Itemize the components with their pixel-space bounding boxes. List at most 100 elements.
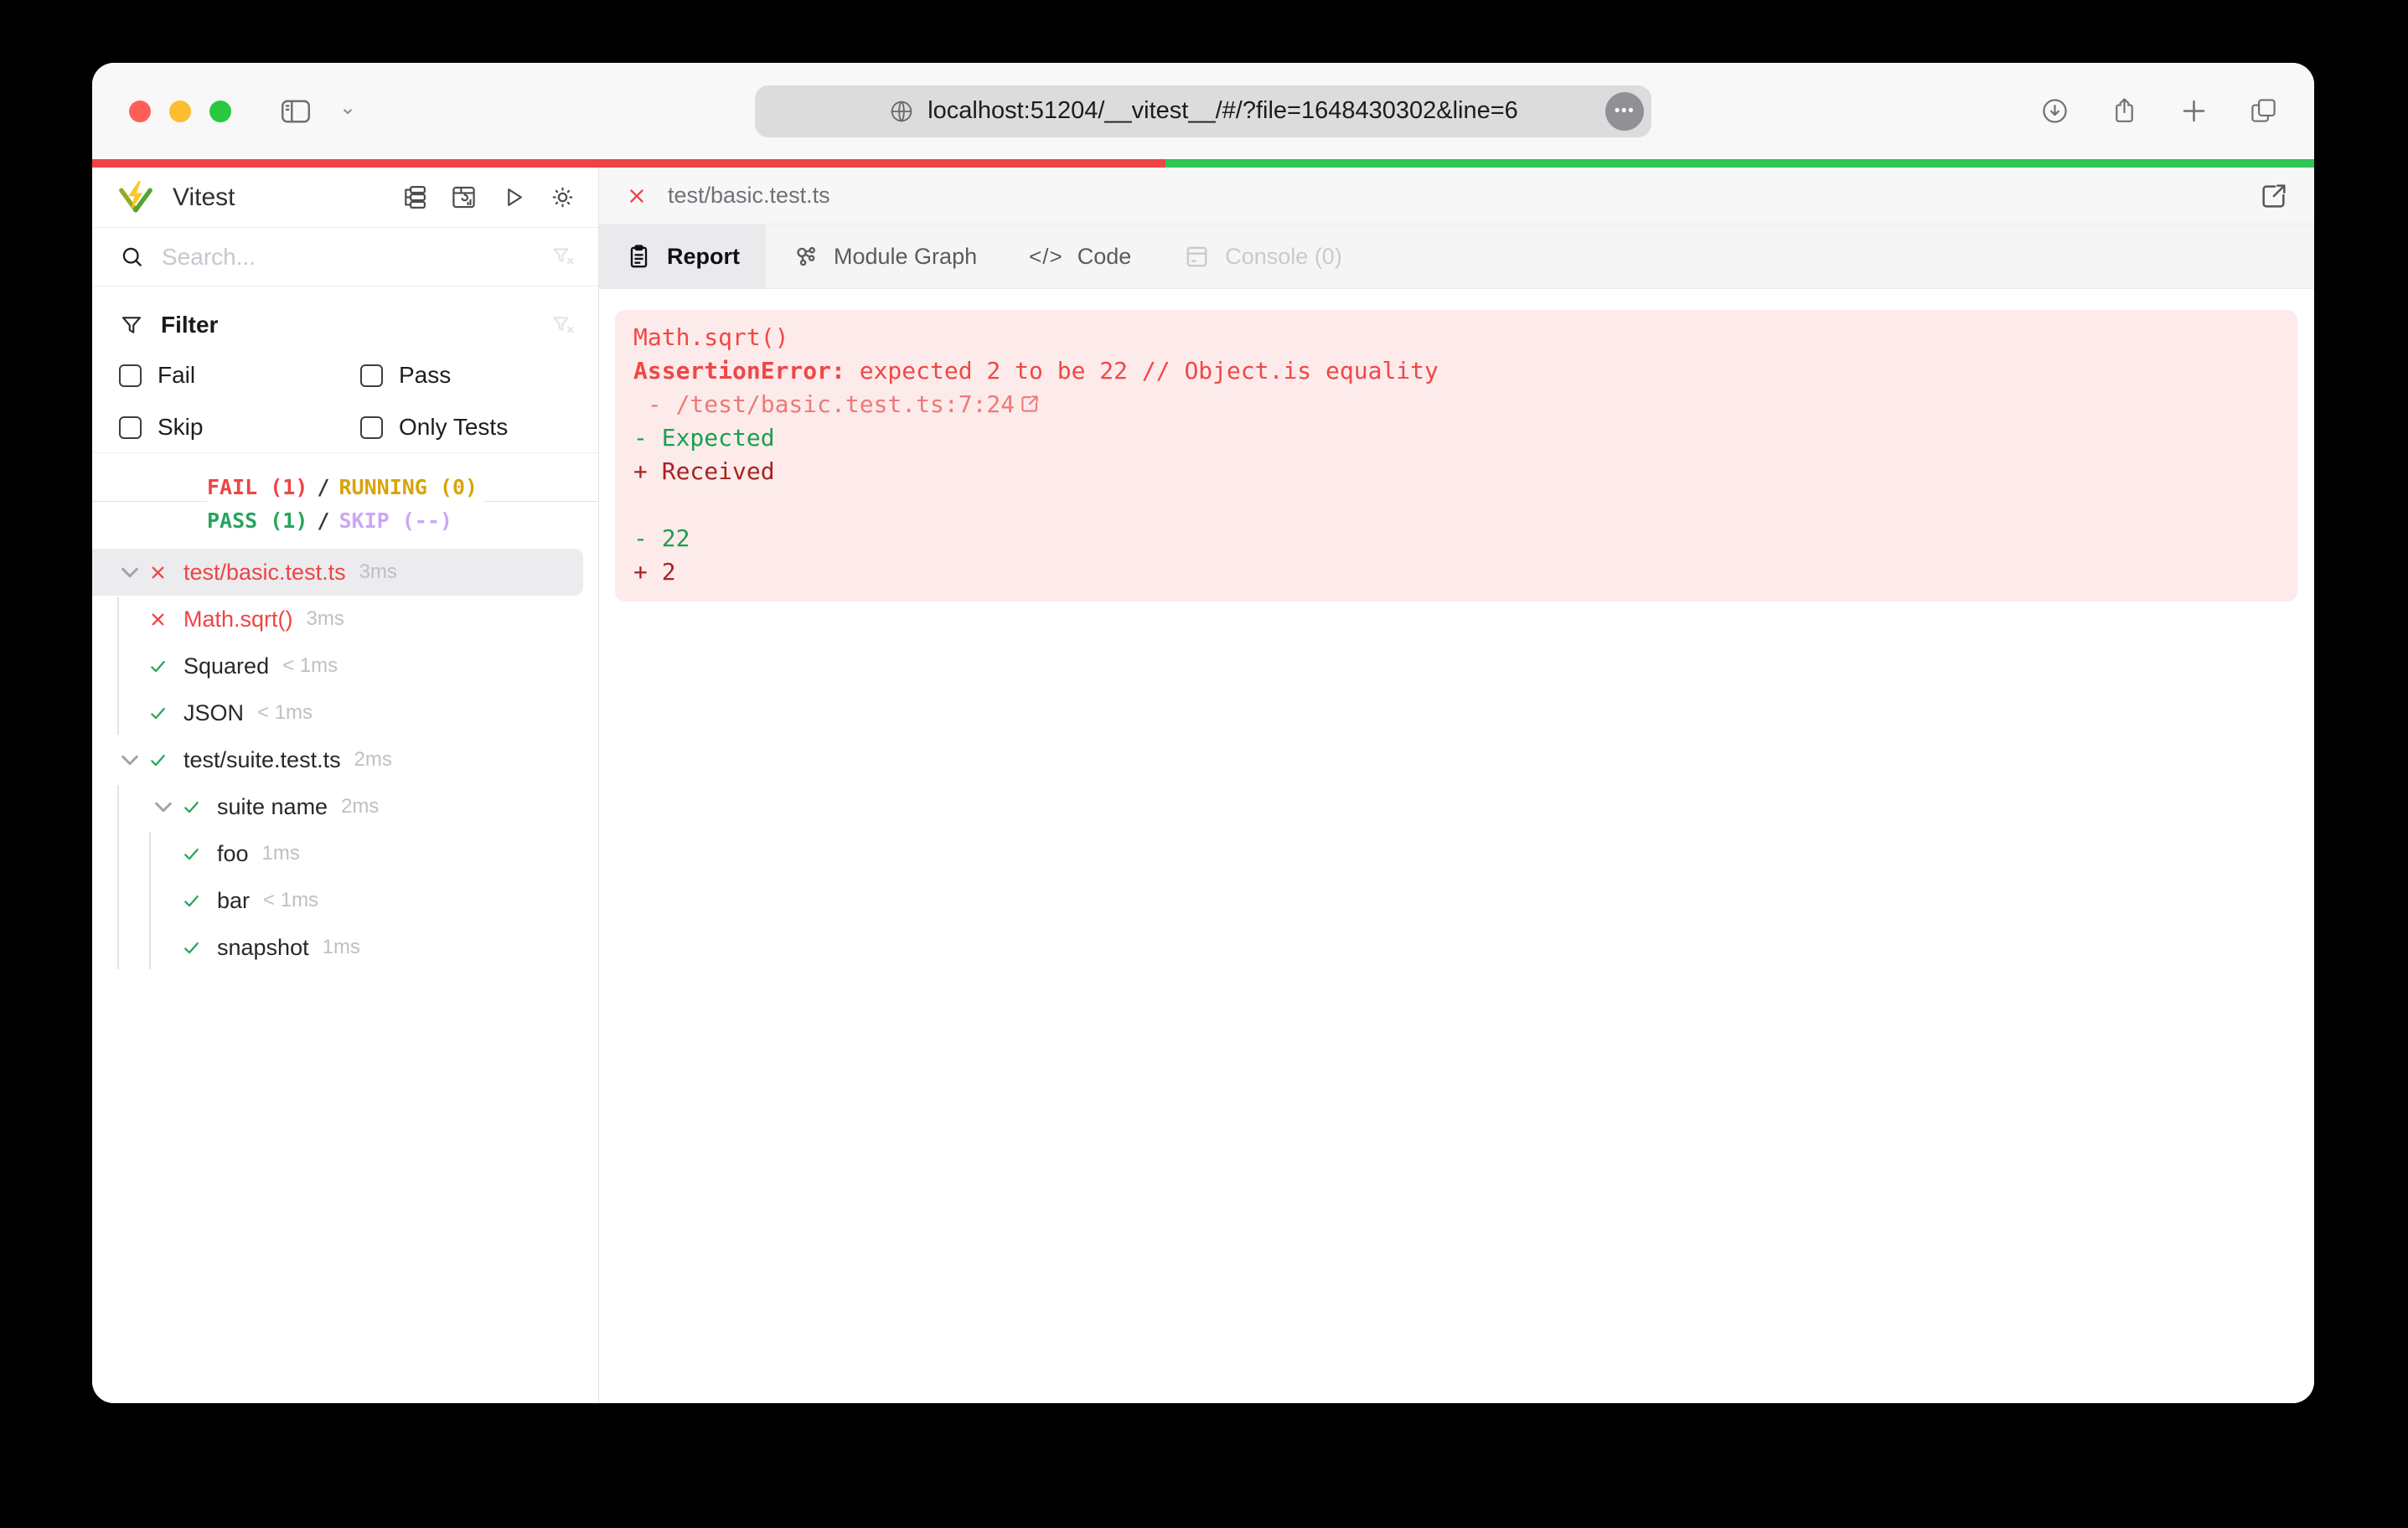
sidebar: Vitest Filter FailPassS	[92, 168, 599, 1403]
console-icon	[1183, 243, 1211, 271]
address-bar[interactable]: localhost:51204/__vitest__/#/?file=16484…	[755, 85, 1651, 137]
pass-icon	[180, 937, 203, 959]
filter-option-only-tests[interactable]: Only Tests	[360, 414, 576, 441]
dashboard-icon[interactable]	[450, 183, 478, 211]
browser-toolbar: localhost:51204/__vitest__/#/?file=16484…	[92, 63, 2314, 159]
tab-console-0[interactable]: Console (0)	[1157, 225, 1368, 288]
test-label: test/suite.test.ts	[183, 746, 341, 772]
test-row-snapshot[interactable]: snapshot 1ms	[92, 924, 598, 971]
test-row-math-sqrt[interactable]: Math.sqrt() 3ms	[92, 596, 598, 643]
globe-icon	[888, 98, 915, 125]
tree-view-icon[interactable]	[400, 183, 428, 211]
test-duration: 2ms	[341, 795, 380, 818]
page-options-button[interactable]: •••	[1605, 91, 1644, 131]
open-external-icon[interactable]	[2257, 179, 2291, 213]
test-label: foo	[217, 840, 249, 866]
test-row-test-suite-test-ts[interactable]: test/suite.test.ts 2ms	[92, 736, 598, 783]
filter-title: Filter	[161, 312, 219, 338]
test-row-json[interactable]: JSON < 1ms	[92, 689, 598, 736]
open-in-editor-icon[interactable]	[1018, 392, 1041, 416]
pass-icon	[180, 796, 203, 818]
search-input[interactable]	[162, 243, 534, 271]
progress-fail-segment	[92, 159, 1165, 168]
tab-overview-icon[interactable]	[2248, 96, 2279, 126]
clear-search-icon[interactable]	[550, 244, 576, 270]
browser-window: localhost:51204/__vitest__/#/?file=16484…	[92, 63, 2314, 1403]
summary-separator: /	[317, 474, 330, 499]
running-count: RUNNING (0)	[338, 474, 478, 499]
test-duration: < 1ms	[282, 654, 338, 677]
progress-pass-segment	[1165, 159, 2314, 168]
error-panel: Math.sqrt() AssertionError: expected 2 to…	[615, 310, 2297, 601]
tab-label: Console (0)	[1225, 243, 1342, 269]
url-text: localhost:51204/__vitest__/#/?file=16484…	[928, 97, 1518, 124]
test-duration: < 1ms	[257, 701, 313, 724]
chevron-down-icon[interactable]	[113, 743, 147, 777]
test-row-test-basic-test-ts[interactable]: test/basic.test.ts 3ms	[92, 549, 583, 596]
tab-report[interactable]: Report	[599, 225, 766, 288]
new-tab-icon[interactable]	[2178, 96, 2209, 126]
test-duration: < 1ms	[263, 889, 319, 911]
clipboard-icon	[625, 243, 653, 271]
filter-option-skip[interactable]: Skip	[119, 414, 360, 441]
summary-separator: /	[317, 508, 330, 533]
test-label: test/basic.test.ts	[183, 559, 346, 585]
test-duration: 2ms	[354, 748, 392, 771]
chevron-down-icon[interactable]	[147, 790, 180, 823]
vitest-logo-icon	[116, 178, 156, 218]
filter-option-fail[interactable]: Fail	[119, 362, 360, 389]
traffic-lights	[92, 100, 231, 122]
test-row-bar[interactable]: bar < 1ms	[92, 877, 598, 924]
tab-code[interactable]: </> Code	[1003, 225, 1157, 288]
fail-count: FAIL (1)	[207, 474, 308, 499]
screen-background: { "colors": { "fail": "#ef4444", "pass":…	[0, 0, 2408, 1528]
pass-icon	[147, 655, 169, 678]
pass-icon	[180, 843, 203, 865]
minimize-window-button[interactable]	[169, 100, 191, 122]
test-label: JSON	[183, 699, 245, 725]
test-row-suite-name[interactable]: suite name 2ms	[92, 783, 598, 830]
funnel-icon	[119, 312, 144, 338]
test-tree: test/basic.test.ts 3ms Math.sqrt() 3ms Squar…	[92, 549, 598, 971]
toolbar-right-group	[2039, 96, 2279, 126]
search-icon	[119, 244, 145, 270]
filter-option-pass[interactable]: Pass	[360, 362, 576, 389]
report-line: + Received	[633, 457, 775, 485]
test-row-squared[interactable]: Squared < 1ms	[92, 643, 598, 689]
filter-option-label: Only Tests	[399, 414, 509, 440]
view-tab-bar: Report Module Graph </> Code Console (0)	[599, 225, 2314, 289]
report-line	[633, 488, 2279, 522]
run-all-icon[interactable]	[499, 183, 527, 211]
tab-label: Report	[667, 243, 740, 269]
search-bar	[92, 228, 598, 286]
test-row-foo[interactable]: foo 1ms	[92, 830, 598, 877]
sidebar-actions	[400, 183, 576, 211]
downloads-icon[interactable]	[2039, 96, 2070, 126]
test-duration: 1ms	[322, 936, 360, 958]
sidebar-toggle-icon[interactable]	[278, 94, 313, 129]
theme-toggle-icon[interactable]	[549, 183, 576, 211]
clear-filter-icon[interactable]	[550, 312, 576, 338]
checkbox-skip[interactable]	[119, 416, 142, 439]
pass-count: PASS (1)	[207, 508, 308, 533]
sidebar-header: Vitest	[92, 168, 598, 228]
skip-count: SKIP (--)	[338, 508, 452, 533]
zoom-window-button[interactable]	[209, 100, 231, 122]
test-label: suite name	[217, 793, 328, 819]
tab-label: Code	[1077, 243, 1132, 269]
share-icon[interactable]	[2109, 96, 2140, 126]
tab-module-graph[interactable]: Module Graph	[766, 225, 1003, 288]
checkbox-fail[interactable]	[119, 364, 142, 387]
report-line: Math.sqrt()	[633, 323, 789, 351]
report-line: AssertionError: expected 2 to be 22 // O…	[633, 357, 1439, 385]
test-duration: 3ms	[359, 560, 397, 583]
summary-line-2: PASS (1) / SKIP (--)	[207, 503, 459, 537]
chevron-down-icon[interactable]	[113, 555, 147, 589]
close-window-button[interactable]	[129, 100, 151, 122]
filter-option-label: Pass	[399, 362, 452, 388]
file-header: test/basic.test.ts	[599, 168, 2314, 225]
test-duration: 1ms	[261, 842, 300, 865]
checkbox-only-tests[interactable]	[360, 416, 383, 439]
chevron-down-icon[interactable]	[337, 101, 359, 122]
checkbox-pass[interactable]	[360, 364, 383, 387]
